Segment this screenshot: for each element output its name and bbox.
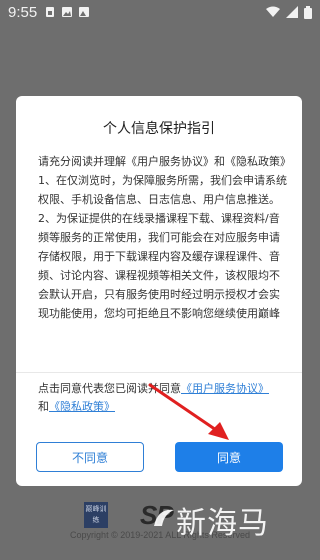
dialog-title: 个人信息保护指引 [103, 121, 215, 137]
status-time: 9:55 [8, 3, 38, 21]
signal-icon [286, 6, 298, 18]
app-logo: 巅峰训练 [84, 502, 108, 528]
status-right-icons [266, 5, 312, 19]
privacy-dialog: 个人信息保护指引 请充分阅读并理解《用户服务协议》和《隐私政策》 1、在仅浏览时… [16, 96, 302, 486]
copyright-text: Copyright © 2019-2021 ALL Rights Reserve… [70, 530, 250, 540]
image-notification-icon [62, 7, 73, 17]
sim-notification-icon [46, 7, 55, 17]
consent-and: 和 [38, 400, 49, 413]
dialog-body[interactable]: 请充分阅读并理解《用户服务协议》和《隐私政策》 1、在仅浏览时，为保障服务所需，… [38, 152, 288, 370]
watermark-text: 新海马 [176, 506, 269, 541]
dialog-paragraph: 2、为保证提供的在线录播课程下载、课程资料/音频等服务的正常使用，我们可能会在对… [38, 212, 280, 320]
photo-notification-icon [79, 7, 90, 17]
dialog-paragraph: 请充分阅读并理解《用户服务协议》和《隐私政策》 [38, 155, 288, 168]
battery-icon [304, 5, 312, 19]
scroll-fade [16, 340, 302, 374]
status-bar: 9:55 [0, 0, 320, 24]
consent-prefix: 点击同意代表您已阅读并同意 [38, 382, 181, 395]
dialog-paragraph: 1、在仅浏览时，为保障服务所需，我们会申请系统权限、手机设备信息、日志信息、用户… [38, 174, 287, 206]
privacy-link[interactable]: 《隐私政策》 [49, 400, 115, 413]
watermark-logo-icon [154, 509, 174, 526]
agree-button[interactable]: 同意 [175, 442, 283, 472]
dialog-divider [16, 372, 302, 373]
reject-button[interactable]: 不同意 [36, 442, 144, 472]
terms-link[interactable]: 《用户服务协议》 [181, 382, 269, 395]
consent-text: 点击同意代表您已阅读并同意《用户服务协议》 和《隐私政策》 [38, 380, 296, 416]
wifi-icon [266, 6, 280, 17]
